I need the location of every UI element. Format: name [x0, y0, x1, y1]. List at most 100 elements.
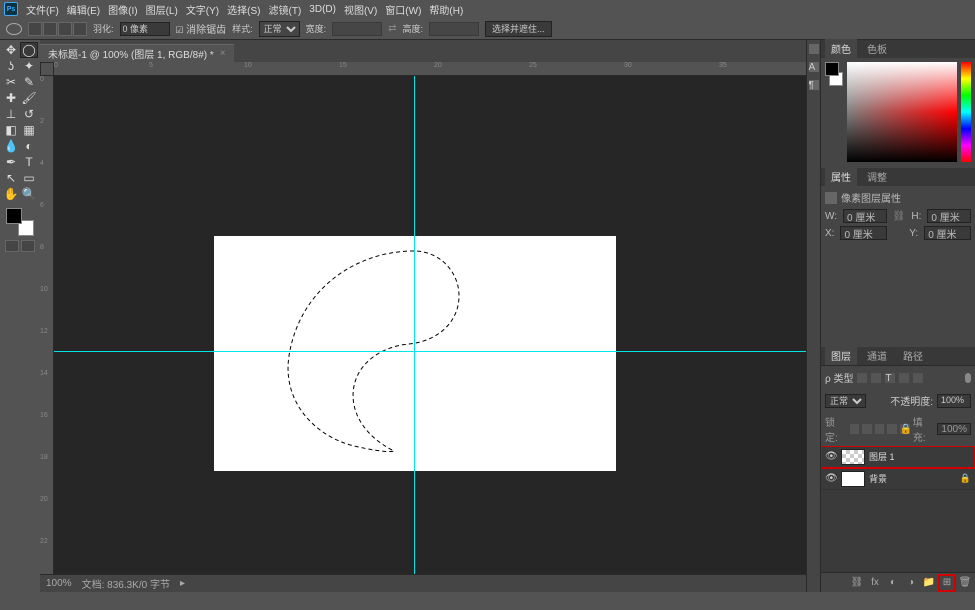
type-tool[interactable]: T: [20, 154, 38, 170]
hue-slider[interactable]: [961, 62, 971, 162]
guide-horizontal[interactable]: [54, 351, 806, 352]
eyedropper-tool[interactable]: ✎: [20, 74, 38, 90]
paragraph-panel-icon[interactable]: ¶: [809, 80, 819, 90]
canvas[interactable]: [214, 236, 616, 471]
lock-trans-icon[interactable]: [850, 424, 860, 434]
width-input[interactable]: [332, 22, 382, 36]
foreground-color-swatch[interactable]: [6, 208, 22, 224]
trash-icon[interactable]: 🗑: [959, 577, 971, 589]
menu-help[interactable]: 帮助(H): [429, 2, 463, 17]
tab-adjustments[interactable]: 调整: [861, 167, 893, 186]
chevron-right-icon[interactable]: ▸: [180, 578, 185, 589]
menu-select[interactable]: 选择(S): [227, 2, 260, 17]
fx-icon[interactable]: fx: [869, 577, 881, 589]
selection-new-icon[interactable]: [28, 22, 42, 36]
opacity-input[interactable]: 100%: [937, 394, 971, 408]
guide-vertical[interactable]: [414, 76, 415, 574]
selection-subtract-icon[interactable]: [58, 22, 72, 36]
color-mini-swatch[interactable]: [825, 62, 843, 86]
stamp-tool[interactable]: ⊥: [2, 106, 20, 122]
filter-adjust-icon[interactable]: [871, 373, 881, 383]
pen-tool[interactable]: ✒: [2, 154, 20, 170]
prop-w-field[interactable]: 0 厘米: [843, 209, 887, 223]
rect-shape-tool[interactable]: ▭: [20, 170, 38, 186]
filter-toggle-icon[interactable]: [965, 373, 971, 383]
prop-y-field[interactable]: 0 厘米: [924, 226, 971, 240]
antialias-checkbox[interactable]: ☑ 消除锯齿: [176, 21, 227, 36]
zoom-level[interactable]: 100%: [46, 578, 72, 589]
menu-image[interactable]: 图像(I): [108, 2, 137, 17]
document-tab[interactable]: 未标题-1 @ 100% (图层 1, RGB/8#) * ×: [40, 44, 234, 62]
menu-window[interactable]: 窗口(W): [385, 2, 421, 17]
lock-all-icon[interactable]: 🔒: [900, 424, 910, 434]
menu-layer[interactable]: 图层(L): [146, 2, 178, 17]
filter-smart-icon[interactable]: [913, 373, 923, 383]
menu-view[interactable]: 视图(V): [344, 2, 377, 17]
brush-tool[interactable]: 🖌: [20, 90, 38, 106]
magic-wand-tool[interactable]: ✦: [20, 58, 38, 74]
dodge-tool[interactable]: ◐: [20, 138, 38, 154]
blend-mode-select[interactable]: 正常: [825, 394, 866, 408]
style-select[interactable]: 正常: [259, 21, 300, 37]
swap-wh-icon[interactable]: ⇄: [388, 23, 396, 34]
mask-icon[interactable]: ◐: [887, 577, 899, 589]
history-brush-tool[interactable]: ↺: [20, 106, 38, 122]
new-layer-icon[interactable]: ⊞: [941, 577, 953, 589]
marquee-ellipse-tool[interactable]: ◯: [20, 42, 38, 58]
foreground-background-swatch[interactable]: [6, 208, 34, 236]
filter-pixel-icon[interactable]: [857, 373, 867, 383]
workspace[interactable]: [54, 76, 806, 574]
tab-swatches[interactable]: 色板: [861, 39, 893, 58]
lock-image-icon[interactable]: [862, 424, 872, 434]
ruler-horizontal[interactable]: 05101520253035: [54, 62, 806, 76]
move-tool[interactable]: ✥: [2, 42, 20, 58]
fill-input[interactable]: 100%: [937, 423, 971, 435]
layer-row[interactable]: 👁 图层 1: [821, 446, 975, 468]
layer-row[interactable]: 👁背景🔒: [821, 468, 975, 490]
color-field[interactable]: [847, 62, 957, 162]
lock-pos-icon[interactable]: [875, 424, 885, 434]
tab-layers[interactable]: 图层: [825, 346, 857, 365]
visibility-icon[interactable]: 👁: [825, 451, 837, 463]
menu-file[interactable]: 文件(F): [26, 2, 59, 17]
menu-filter[interactable]: 滤镜(T): [269, 2, 302, 17]
link-wh-icon[interactable]: ⛓: [893, 211, 906, 222]
selection-add-icon[interactable]: [43, 22, 57, 36]
tab-channels[interactable]: 通道: [861, 346, 893, 365]
layer-name[interactable]: 图层 1: [869, 450, 895, 463]
tab-color[interactable]: 颜色: [825, 39, 857, 58]
eraser-tool[interactable]: ◧: [2, 122, 20, 138]
menu-type[interactable]: 文字(Y): [186, 2, 219, 17]
hand-tool[interactable]: ✋: [2, 186, 20, 202]
prop-h-field[interactable]: 0 厘米: [927, 209, 971, 223]
zoom-tool[interactable]: 🔍: [20, 186, 38, 202]
lasso-tool[interactable]: ʖ: [2, 58, 20, 74]
lock-nest-icon[interactable]: [887, 424, 897, 434]
tool-preset-icon[interactable]: [6, 23, 22, 35]
blur-tool[interactable]: 💧: [2, 138, 20, 154]
crop-tool[interactable]: ✂: [2, 74, 20, 90]
close-icon[interactable]: ×: [220, 48, 226, 59]
spot-heal-tool[interactable]: ✚: [2, 90, 20, 106]
filter-type-icon[interactable]: T: [885, 373, 895, 383]
adjustment-layer-icon[interactable]: ◑: [905, 577, 917, 589]
selection-intersect-icon[interactable]: [73, 22, 87, 36]
prop-x-field[interactable]: 0 厘米: [840, 226, 887, 240]
visibility-icon[interactable]: 👁: [825, 473, 837, 485]
menu-3d[interactable]: 3D(D): [309, 4, 336, 15]
refine-edge-button[interactable]: 选择并遮住...: [485, 21, 552, 37]
filter-shape-icon[interactable]: [899, 373, 909, 383]
mini-fg-swatch[interactable]: [825, 62, 839, 76]
layer-thumbnail[interactable]: [841, 471, 865, 487]
height-input[interactable]: [429, 22, 479, 36]
history-panel-icon[interactable]: [809, 44, 819, 54]
ruler-vertical[interactable]: 0246810121416182022: [40, 76, 54, 574]
path-select-tool[interactable]: ↖: [2, 170, 20, 186]
layer-thumbnail[interactable]: [841, 449, 865, 465]
doc-info[interactable]: 文档: 836.3K/0 字节: [82, 576, 170, 591]
layer-name[interactable]: 背景: [869, 472, 887, 485]
quickmask-button[interactable]: [5, 240, 19, 252]
character-panel-icon[interactable]: A: [809, 62, 819, 72]
menu-edit[interactable]: 编辑(E): [67, 2, 100, 17]
feather-input[interactable]: [120, 22, 170, 36]
